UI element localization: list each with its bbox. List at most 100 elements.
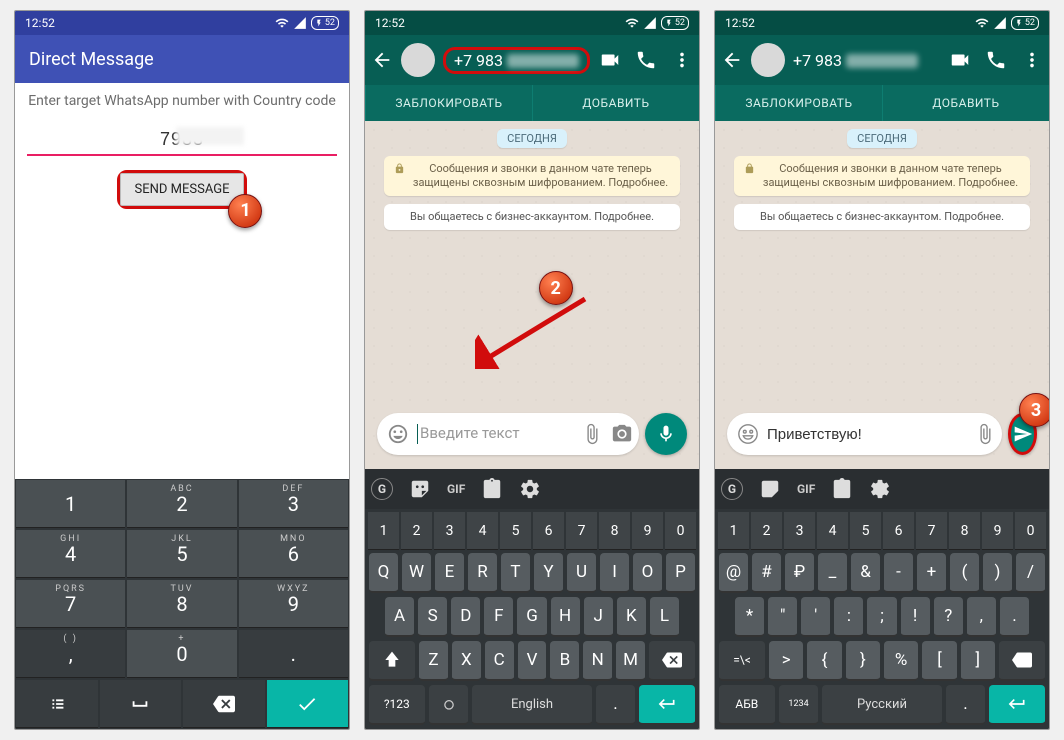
key-2[interactable]: ABC2 [127, 480, 236, 528]
key-_[interactable]: _ [818, 553, 847, 593]
key-2[interactable]: 2 [751, 512, 782, 550]
period-key[interactable]: . [946, 685, 986, 725]
key-([interactable]: ( [950, 553, 979, 593]
message-input-box[interactable] [727, 413, 1002, 455]
message-input[interactable] [767, 426, 966, 443]
key-#[interactable]: # [752, 553, 781, 593]
key-8[interactable]: 8 [599, 512, 630, 550]
key-2[interactable]: 2 [401, 512, 432, 550]
key-6[interactable]: 6 [533, 512, 564, 550]
key-][interactable]: ] [961, 641, 995, 681]
key-K[interactable]: K [617, 597, 646, 637]
settings-icon[interactable] [869, 478, 891, 500]
key-V[interactable]: V [518, 641, 547, 681]
back-icon[interactable] [371, 49, 393, 71]
key-6[interactable]: 6 [883, 512, 914, 550]
key-?[interactable]: ? [934, 597, 963, 637]
key-N[interactable]: N [583, 641, 612, 681]
key-P[interactable]: P [666, 553, 695, 593]
key-5[interactable]: JKL5 [127, 530, 236, 578]
key-F[interactable]: F [484, 597, 513, 637]
key-&[interactable]: & [851, 553, 880, 593]
period-key[interactable]: . [596, 685, 636, 725]
key-dot[interactable]: . [239, 630, 348, 678]
key-1[interactable]: 1 [718, 512, 749, 550]
key-'[interactable]: ' [801, 597, 830, 637]
key-T[interactable]: T [501, 553, 530, 593]
key-O[interactable]: O [633, 553, 662, 593]
key-;[interactable]: ; [867, 597, 896, 637]
google-icon[interactable]: G [721, 478, 743, 500]
emoji-icon[interactable] [737, 423, 759, 445]
key-4[interactable]: 4 [467, 512, 498, 550]
key-}[interactable]: } [846, 641, 880, 681]
key-[[interactable]: [ [922, 641, 956, 681]
video-call-icon[interactable] [949, 49, 971, 71]
enter-key[interactable] [989, 685, 1045, 725]
key-R[interactable]: R [468, 553, 497, 593]
gif-button[interactable]: GIF [447, 482, 465, 496]
alt-mode-key[interactable]: 1234 [779, 685, 819, 725]
key-5[interactable]: 5 [850, 512, 881, 550]
encryption-notice[interactable]: Сообщения и звонки в данном чате теперь … [734, 156, 1030, 196]
key-Q[interactable]: Q [369, 553, 398, 593]
key-B[interactable]: B [550, 641, 579, 681]
mode-key[interactable]: АБВ [719, 685, 775, 725]
gif-button[interactable]: GIF [797, 482, 815, 496]
key-3[interactable]: 3 [784, 512, 815, 550]
back-icon[interactable] [721, 49, 743, 71]
block-action[interactable]: ЗАБЛОКИРОВАТЬ [365, 85, 532, 121]
key-8[interactable]: TUV8 [127, 580, 236, 628]
key-4[interactable]: 4 [817, 512, 848, 550]
emoji-icon[interactable] [387, 423, 409, 445]
key-/[interactable]: / [1016, 553, 1045, 593]
key-J[interactable]: J [584, 597, 613, 637]
key-1[interactable]: 1 [368, 512, 399, 550]
key-![interactable]: ! [901, 597, 930, 637]
key-7[interactable]: PQRS7 [16, 580, 125, 628]
key-.[interactable]: . [1000, 597, 1029, 637]
clipboard-icon[interactable] [481, 478, 503, 500]
key-S[interactable]: S [418, 597, 447, 637]
key-I[interactable]: I [600, 553, 629, 593]
key-0[interactable]: +0 [127, 630, 236, 678]
attach-icon[interactable] [974, 423, 996, 445]
enter-key[interactable] [639, 685, 695, 725]
business-notice[interactable]: Вы общаетесь с бизнес-аккаунтом. Подробн… [734, 204, 1030, 230]
key-3[interactable]: 3 [434, 512, 465, 550]
avatar[interactable] [751, 43, 785, 77]
shift-key[interactable] [369, 641, 415, 681]
key-W[interactable]: W [402, 553, 431, 593]
key-C[interactable]: C [485, 641, 514, 681]
avatar[interactable] [401, 43, 435, 77]
key-,[interactable]: , [967, 597, 996, 637]
contact-phone-number[interactable]: +7 983 [793, 51, 941, 70]
send-message-button[interactable]: SEND MESSAGE [120, 173, 245, 206]
key-1[interactable]: 1 [16, 480, 125, 528]
video-call-icon[interactable] [599, 49, 621, 71]
space-key[interactable]: Русский [822, 685, 941, 725]
key-space[interactable] [100, 680, 182, 728]
more-icon[interactable] [1021, 49, 1043, 71]
google-icon[interactable]: G [371, 478, 393, 500]
key-0[interactable]: 0 [1015, 512, 1046, 550]
mic-button[interactable] [645, 413, 687, 455]
key-+[interactable]: + [917, 553, 946, 593]
key-E[interactable]: E [435, 553, 464, 593]
key-U[interactable]: U [567, 553, 596, 593]
key-4[interactable]: GHI4 [16, 530, 125, 578]
key-0[interactable]: 0 [665, 512, 696, 550]
backspace-key[interactable] [649, 641, 695, 681]
backspace-key[interactable] [999, 641, 1045, 681]
clipboard-icon[interactable] [831, 478, 853, 500]
key-9[interactable]: WXYZ9 [239, 580, 348, 628]
key-{[interactable]: { [807, 641, 841, 681]
key-M[interactable]: M [616, 641, 645, 681]
voice-call-icon[interactable] [635, 49, 657, 71]
encryption-notice[interactable]: Сообщения и звонки в данном чате теперь … [384, 156, 680, 196]
key-D[interactable]: D [451, 597, 480, 637]
key-@[interactable]: @ [719, 553, 748, 593]
sticker-icon[interactable] [409, 478, 431, 500]
key-9[interactable]: 9 [632, 512, 663, 550]
key-7[interactable]: 7 [566, 512, 597, 550]
